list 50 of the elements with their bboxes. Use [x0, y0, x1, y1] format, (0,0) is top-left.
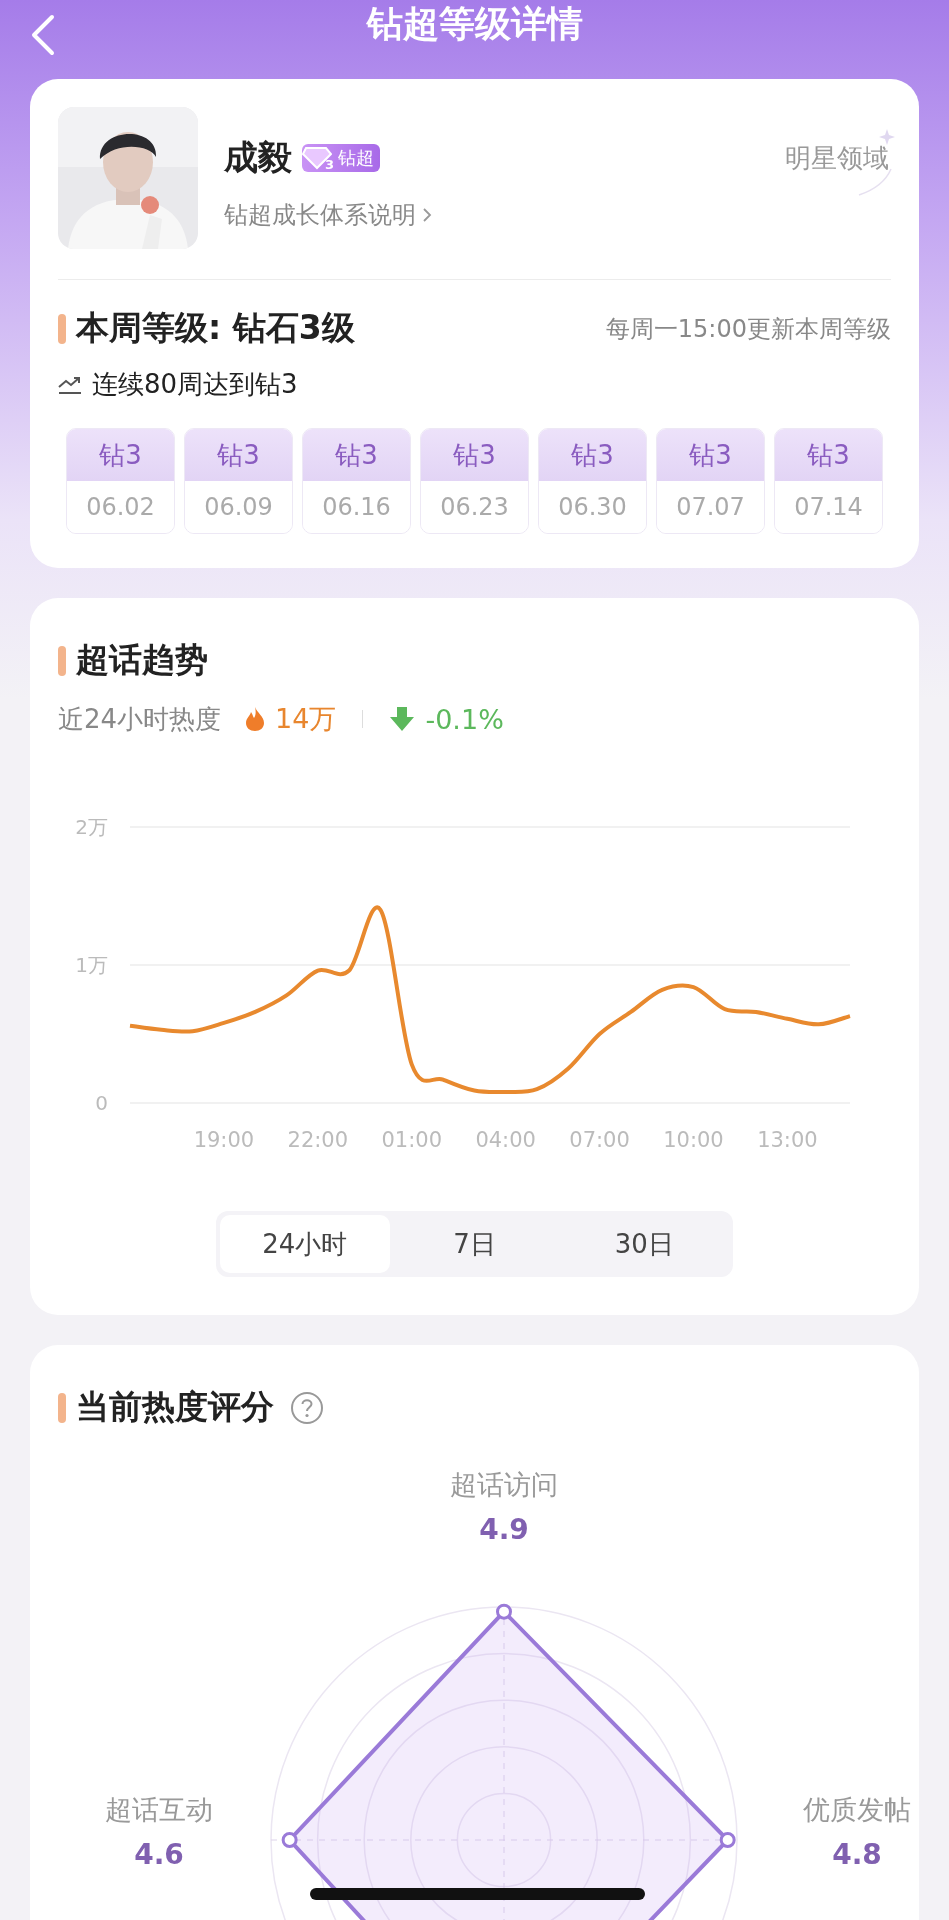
axis-label: 04:00 — [475, 1128, 536, 1152]
range-tab[interactable]: 24小时 — [220, 1215, 390, 1273]
axis-label: 10:00 — [663, 1128, 724, 1152]
flame-icon — [245, 706, 266, 732]
page-title: 钻超等级详情 — [366, 2, 583, 46]
axis-score: 4.9 — [479, 1513, 529, 1546]
week-level: 钻3 — [421, 429, 528, 481]
radar-point — [719, 1832, 736, 1848]
axis-score: 4.6 — [134, 1838, 184, 1871]
level-badge: 3 钻超 — [302, 144, 380, 172]
streak-text: 连续80周达到钻3 — [92, 368, 298, 401]
range-tab[interactable]: 30日 — [559, 1215, 729, 1273]
axis-label: 22:00 — [287, 1128, 349, 1152]
change-value: -0.1% — [425, 703, 504, 735]
user-name: 成毅 — [224, 136, 292, 179]
section-title: 超话趋势 — [76, 639, 208, 681]
help-icon[interactable] — [290, 1390, 324, 1425]
radar-point — [281, 1832, 298, 1848]
chevron-right-icon — [422, 207, 432, 223]
section-title: 本周等级: 钻石3级 — [76, 307, 355, 349]
week-level: 钻3 — [657, 429, 764, 481]
section-title: 当前热度评分 — [76, 1386, 274, 1428]
domain-label: 明星领域 — [785, 143, 889, 173]
axis-name: 超话访问 — [450, 1468, 558, 1502]
axis-label: 19:00 — [193, 1128, 255, 1152]
axis-label: 1万 — [75, 953, 108, 977]
axis-label: 01:00 — [381, 1128, 442, 1152]
axis-label: 0 — [95, 1091, 108, 1115]
growth-system-link[interactable]: 钻超成长体系说明 — [224, 199, 759, 231]
week-level: 钻3 — [67, 429, 174, 481]
axis-label: 2万 — [75, 815, 108, 839]
week-level: 钻3 — [539, 429, 646, 481]
update-note: 每周一15:00更新本周等级 — [605, 313, 891, 345]
week-level: 钻3 — [185, 429, 292, 481]
week-level: 钻3 — [303, 429, 410, 481]
heat-value: 14万 — [275, 702, 337, 736]
down-arrow-icon — [389, 706, 416, 732]
axis-name: 优质发帖 — [803, 1793, 911, 1827]
title-accent — [58, 645, 66, 676]
axis-score: 4.8 — [832, 1838, 882, 1871]
title-accent — [58, 1392, 66, 1423]
heat-label: 近24小时热度 — [58, 702, 222, 736]
week-level: 钻3 — [775, 429, 882, 481]
axis-label: 07:00 — [569, 1128, 630, 1152]
radar-point — [496, 1603, 512, 1620]
axis-label: 13:00 — [757, 1128, 818, 1152]
range-tab[interactable]: 7日 — [389, 1215, 560, 1273]
trend-icon — [58, 374, 82, 395]
title-accent — [58, 313, 66, 344]
axis-name: 超话互动 — [105, 1793, 213, 1827]
